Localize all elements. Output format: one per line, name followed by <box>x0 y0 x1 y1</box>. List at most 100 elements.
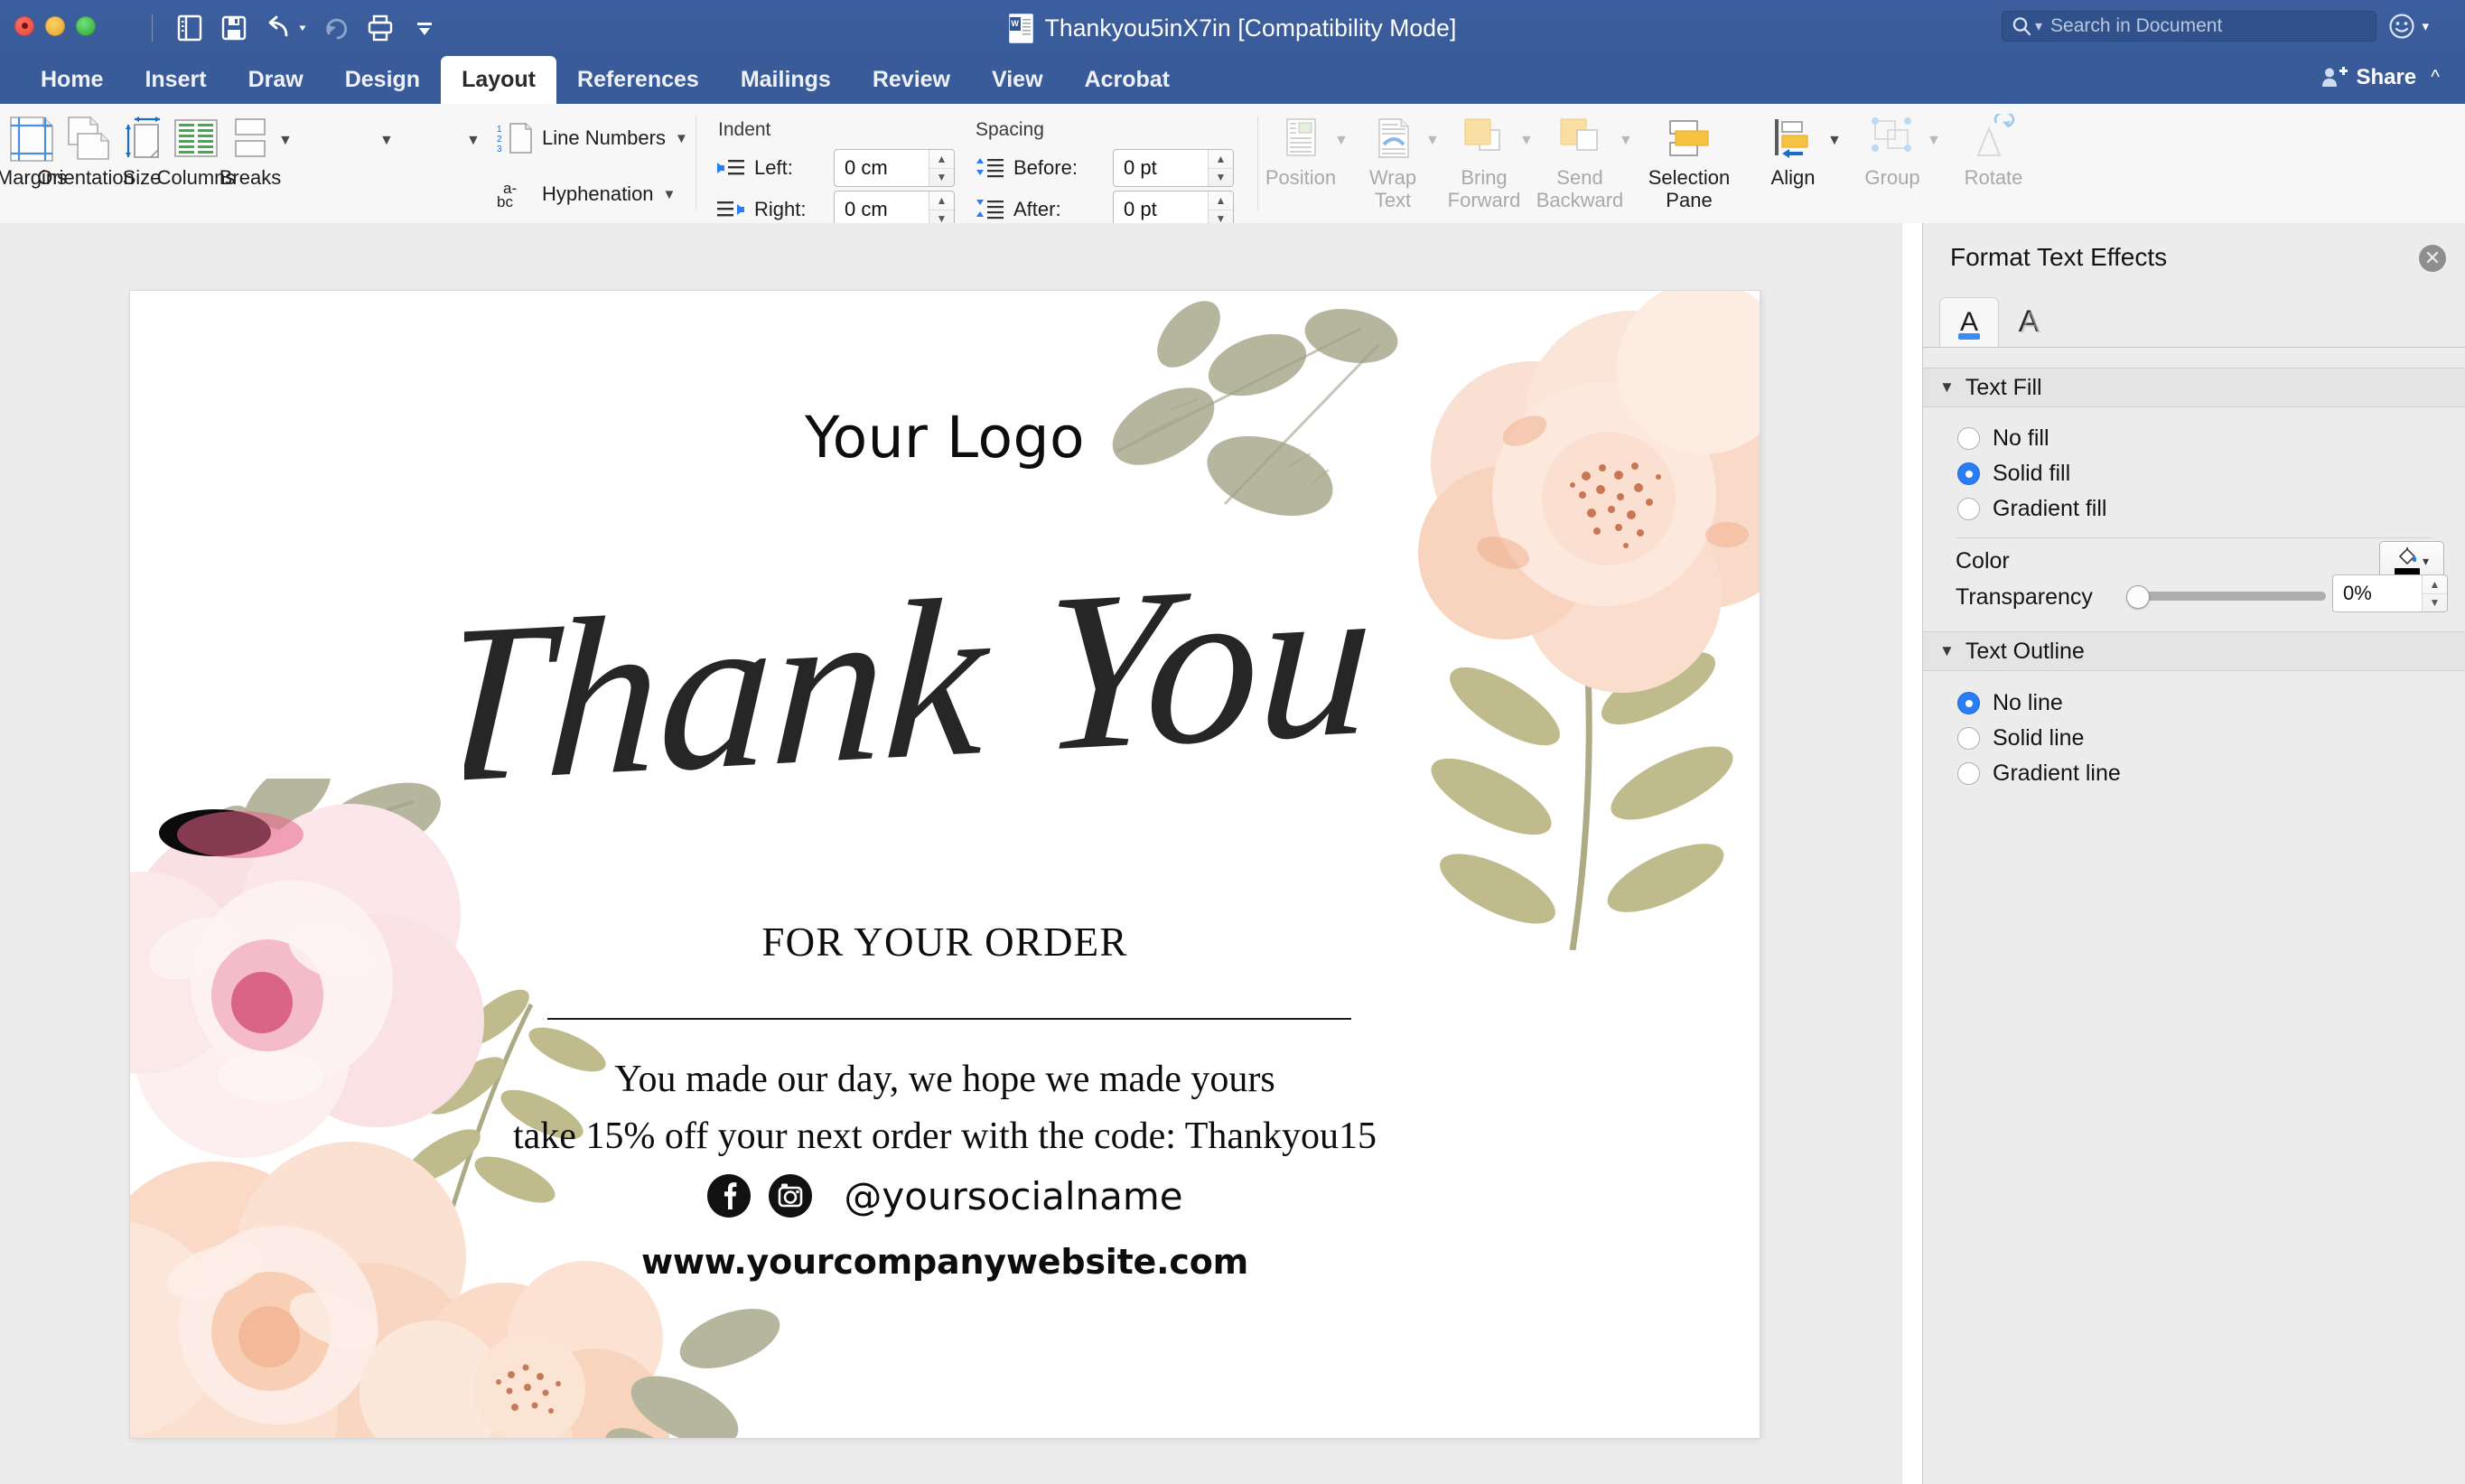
group-caret-icon[interactable]: ▼ <box>1927 133 1941 149</box>
section-header-text-fill[interactable]: ▼ Text Fill <box>1923 368 2465 407</box>
maximize-window-button[interactable] <box>76 16 96 36</box>
tab-text-effects[interactable]: A A <box>1999 297 2059 348</box>
radio-button[interactable] <box>1957 692 1980 714</box>
indent-right-stepper[interactable]: ▲ ▼ <box>929 191 954 228</box>
line-numbers-caret-icon[interactable]: ▼ <box>675 131 688 146</box>
spacing-before-input[interactable]: 0 pt ▲ ▼ <box>1113 149 1234 187</box>
ribbon-button-rotate[interactable]: Rotate <box>1944 111 2043 190</box>
close-window-button[interactable] <box>14 16 34 36</box>
stepper-down-icon[interactable]: ▼ <box>1209 169 1233 187</box>
search-input[interactable]: ▾ Search in Document <box>2002 11 2376 42</box>
stepper-up-icon[interactable]: ▲ <box>1209 150 1233 169</box>
logo-placeholder-text[interactable]: Your Logo <box>130 405 1760 471</box>
radio-no-line[interactable]: No line <box>1957 690 2063 716</box>
vertical-scrollbar[interactable] <box>1901 223 1923 1484</box>
section-header-text-outline[interactable]: ▼ Text Outline <box>1923 631 2465 671</box>
panel-tab-bar: A A A <box>1939 295 2059 348</box>
close-icon[interactable]: ✕ <box>2419 245 2446 272</box>
redo-icon[interactable] <box>316 9 356 47</box>
ribbon-button-bring-forward[interactable]: Bring Forward <box>1434 111 1534 211</box>
radio-button[interactable] <box>1957 762 1980 785</box>
transparency-slider[interactable] <box>2126 585 2326 609</box>
minimize-window-button[interactable] <box>45 16 65 36</box>
ribbon-button-group[interactable]: Group <box>1843 111 1942 190</box>
print-icon[interactable] <box>360 9 400 47</box>
save-icon[interactable] <box>214 9 254 47</box>
radio-gradient-line[interactable]: Gradient line <box>1957 761 2121 787</box>
indent-right-value: 0 cm <box>845 198 888 220</box>
spacing-before-stepper[interactable]: ▲ ▼ <box>1208 150 1233 186</box>
stepper-up-icon[interactable]: ▲ <box>929 150 954 169</box>
thank-you-script-heading[interactable]: Thank You <box>464 530 1368 855</box>
ribbon-button-align[interactable]: Align <box>1743 111 1843 190</box>
message-line-1[interactable]: You made our day, we hope we made yours <box>130 1058 1760 1101</box>
color-caret-icon[interactable]: ▾ <box>2423 554 2429 569</box>
spacing-after-stepper[interactable]: ▲ ▼ <box>1208 191 1233 228</box>
website-text[interactable]: www.yourcompanywebsite.com <box>130 1242 1760 1282</box>
ribbon-button-selection-pane[interactable]: Selection Pane <box>1630 111 1748 211</box>
transparency-input[interactable]: 0% ▲ ▼ <box>2332 574 2448 612</box>
transparency-slider-knob[interactable] <box>2126 585 2150 609</box>
ribbon-toolbar: Margins ▼ Orientation ▼ <box>0 104 2465 229</box>
stepper-up-icon[interactable]: ▲ <box>2423 575 2447 594</box>
ribbon-button-line-numbers[interactable]: 1 2 3 Line Numbers ▼ <box>495 120 688 156</box>
document-page[interactable]: Your Logo Thank You FOR YOUR ORDER You m… <box>130 291 1760 1438</box>
chevron-down-icon[interactable]: ▼ <box>1939 378 1955 397</box>
radio-no-fill[interactable]: No fill <box>1957 425 2049 452</box>
radio-gradient-fill[interactable]: Gradient fill <box>1957 496 2106 522</box>
ribbon-button-send-backward[interactable]: Send Backward <box>1530 111 1629 211</box>
hyphenation-caret-icon[interactable]: ▼ <box>663 187 677 202</box>
stepper-down-icon[interactable]: ▼ <box>929 169 954 187</box>
spacing-before-icon <box>976 158 1004 178</box>
radio-button[interactable] <box>1957 498 1980 520</box>
social-handle-text[interactable]: @yoursocialname <box>844 1174 1182 1218</box>
tab-mailings[interactable]: Mailings <box>720 56 852 104</box>
breaks-caret-icon[interactable]: ▼ <box>466 133 481 149</box>
ribbon-collapse-icon[interactable]: ^ <box>2431 67 2440 89</box>
tab-text-fill-outline[interactable]: A <box>1939 297 1999 348</box>
instagram-icon[interactable] <box>768 1173 813 1218</box>
undo-caret-icon[interactable]: ▼ <box>297 23 308 33</box>
radio-solid-line[interactable]: Solid line <box>1957 725 2084 751</box>
indent-left-stepper[interactable]: ▲ ▼ <box>929 150 954 186</box>
chevron-down-icon[interactable]: ▼ <box>1939 642 1955 660</box>
tab-acrobat[interactable]: Acrobat <box>1064 56 1190 104</box>
indent-left-icon <box>717 160 744 175</box>
tab-design[interactable]: Design <box>324 56 441 104</box>
stepper-down-icon[interactable]: ▼ <box>2423 594 2447 612</box>
undo-icon[interactable] <box>258 9 298 47</box>
smiley-caret-icon[interactable]: ▾ <box>2422 18 2429 34</box>
indent-left-input[interactable]: 0 cm ▲ ▼ <box>834 149 955 187</box>
radio-button[interactable] <box>1957 427 1980 450</box>
stepper-up-icon[interactable]: ▲ <box>1209 191 1233 210</box>
radio-button[interactable] <box>1957 462 1980 485</box>
tab-layout[interactable]: Layout <box>441 56 557 104</box>
columns-caret-icon[interactable]: ▼ <box>379 133 394 149</box>
facebook-icon[interactable] <box>706 1173 752 1218</box>
ribbon-button-breaks[interactable]: Breaks <box>201 111 300 190</box>
search-dropdown-caret-icon[interactable]: ▾ <box>2035 17 2042 35</box>
radio-solid-fill[interactable]: Solid fill <box>1957 461 2070 487</box>
feedback-smiley-button[interactable]: ▾ <box>2388 13 2429 40</box>
tab-review[interactable]: Review <box>852 56 971 104</box>
subtitle-text[interactable]: FOR YOUR ORDER <box>130 919 1760 966</box>
stepper-up-icon[interactable]: ▲ <box>929 191 954 210</box>
tab-draw[interactable]: Draw <box>228 56 324 104</box>
message-line-2[interactable]: take 15% off your next order with the co… <box>130 1115 1760 1158</box>
document-canvas[interactable]: Your Logo Thank You FOR YOUR ORDER You m… <box>0 223 1901 1484</box>
ribbon-button-position[interactable]: Position <box>1251 111 1350 190</box>
tab-view[interactable]: View <box>971 56 1064 104</box>
transparency-stepper[interactable]: ▲ ▼ <box>2422 575 2447 611</box>
ribbon-button-wrap-text[interactable]: Wrap Text <box>1343 111 1443 211</box>
document-panel-icon[interactable] <box>170 9 210 47</box>
share-button[interactable]: Share <box>2321 65 2416 90</box>
tab-references[interactable]: References <box>556 56 720 104</box>
ribbon-button-hyphenation[interactable]: a- bc Hyphenation ▼ <box>495 176 676 212</box>
indent-left-value: 0 cm <box>845 156 888 179</box>
tab-insert[interactable]: Insert <box>124 56 227 104</box>
tab-home[interactable]: Home <box>20 56 124 104</box>
indent-left-label: Left: <box>754 156 793 179</box>
radio-button[interactable] <box>1957 727 1980 750</box>
align-caret-icon[interactable]: ▼ <box>1827 133 1842 149</box>
overflow-caret-icon[interactable] <box>405 9 444 47</box>
